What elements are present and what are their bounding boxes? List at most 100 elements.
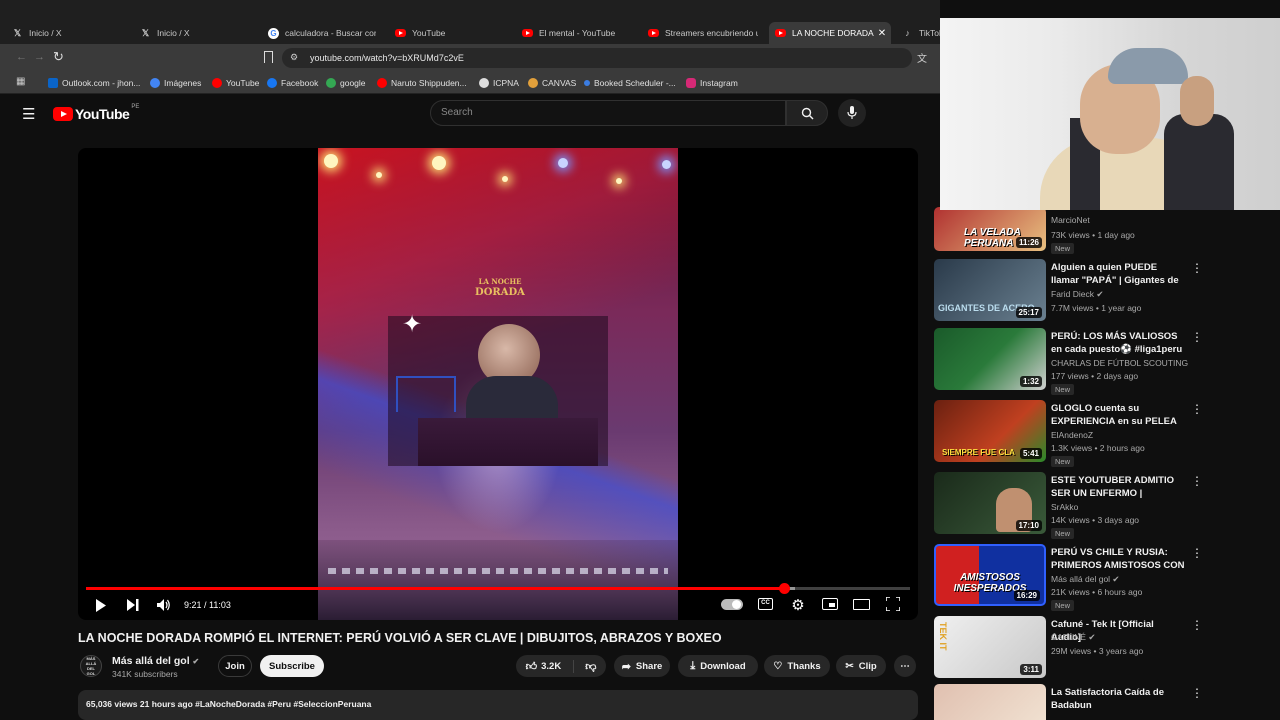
channel-name[interactable]: Más allá del gol ✔ <box>112 655 199 667</box>
video-thumbnail[interactable]: 17:10 <box>934 472 1046 534</box>
list-item[interactable]: TEK IT 3:11 Cafuné - Tek It [Official Au… <box>934 616 1274 680</box>
autoplay-toggle[interactable] <box>721 599 743 610</box>
kebab-menu-icon[interactable]: ⋮ <box>1191 402 1203 416</box>
miniplayer-icon[interactable] <box>822 598 838 610</box>
video-player[interactable]: LA NOCHE DORADA ✦ <box>78 148 918 620</box>
list-item[interactable]: SIEMPRE FUE CLA 5:41 GLOGLO cuenta su EX… <box>934 400 1274 467</box>
voice-search-button[interactable] <box>838 99 866 127</box>
list-item[interactable]: AMISTOSOS INESPERADOS 16:29 PERÚ VS CHIL… <box>934 544 1274 611</box>
list-item[interactable]: La Satisfactoria Caída de Badabun ⋮ <box>934 684 1274 720</box>
channel-name[interactable]: SrAkko <box>1051 502 1078 512</box>
video-thumbnail[interactable]: TEK IT 3:11 <box>934 616 1046 678</box>
video-title[interactable]: PERÚ: LOS MÁS VALIOSOS en cada puesto⚽ #… <box>1051 330 1186 356</box>
tab-el-mental[interactable]: El mental - YouTube <box>522 22 632 44</box>
like-button[interactable]: 👍︎ 3.2K <box>526 659 575 673</box>
channel-name[interactable]: CHARLAS DE FÚTBOL SCOUTING <box>1051 358 1188 368</box>
bookmark-youtube[interactable]: YouTube <box>212 76 259 90</box>
sparkle-icon: ✦ <box>402 311 423 338</box>
channel-name[interactable]: Más allá del gol ✔ <box>1051 574 1120 585</box>
bookmark-booked-scheduler[interactable]: Booked Scheduler -... <box>584 76 676 90</box>
video-thumbnail[interactable]: LA VELADA PERUANA 11:26 <box>934 207 1046 251</box>
channel-name[interactable]: MarcioNet <box>1051 215 1090 225</box>
search-input[interactable]: Search <box>430 100 786 126</box>
progress-bar[interactable] <box>86 583 910 594</box>
video-title[interactable]: Alguien a quien PUEDE llamar "PAPÁ" | Gi… <box>1051 261 1186 287</box>
tab-label: TikTok <box>919 28 940 38</box>
crowd-area <box>318 540 678 620</box>
channel-name[interactable]: ElAndenoZ <box>1051 430 1093 440</box>
dislike-button[interactable]: 👎︎ <box>579 660 596 673</box>
clip-button[interactable]: ✂ Clip <box>836 655 886 677</box>
tab-la-noche-dorada[interactable]: LA NOCHE DORADA ✕ <box>769 22 891 44</box>
channel-avatar[interactable]: MÁS ALLÁ DEL GOL <box>80 655 102 677</box>
description-box[interactable]: 65,036 views 21 hours ago #LaNocheDorada… <box>78 690 918 720</box>
scrubber-handle[interactable] <box>778 583 790 594</box>
bookmark-imagenes[interactable]: Imágenes <box>150 76 201 90</box>
subscribe-button[interactable]: Subscribe <box>260 655 324 677</box>
tab-tiktok[interactable]: ♪ TikTok <box>902 22 940 44</box>
video-thumbnail[interactable]: SIEMPRE FUE CLA 5:41 <box>934 400 1046 462</box>
search-button[interactable] <box>786 100 828 126</box>
bookmark-google[interactable]: google <box>326 76 366 90</box>
join-button[interactable]: Join <box>218 655 252 677</box>
kebab-menu-icon[interactable]: ⋮ <box>1191 618 1203 632</box>
video-title[interactable]: PERÚ VS CHILE Y RUSIA: PRIMEROS AMISTOSO… <box>1051 546 1186 572</box>
channel-name-text[interactable]: Más allá del gol <box>112 655 190 667</box>
kebab-menu-icon[interactable]: ⋮ <box>1191 546 1203 560</box>
settings-gear-icon[interactable]: ⚙ <box>790 597 806 614</box>
video-thumbnail[interactable] <box>934 684 1046 720</box>
tab-x-2[interactable]: 𝕏 Inicio / X <box>140 22 250 44</box>
bookmark-outlook[interactable]: Outlook.com - jhon... <box>48 76 140 90</box>
reload-icon[interactable]: ↻ <box>53 49 64 65</box>
download-button[interactable]: ⤓ Download <box>678 655 758 677</box>
bookmark-icon[interactable] <box>264 51 273 63</box>
next-icon[interactable] <box>126 597 140 613</box>
volume-icon[interactable] <box>156 597 172 613</box>
close-icon[interactable]: ✕ <box>878 28 886 39</box>
list-item[interactable]: 1:32 PERÚ: LOS MÁS VALIOSOS en cada pues… <box>934 328 1274 395</box>
more-actions-button[interactable]: ⋯ <box>894 655 916 677</box>
video-thumbnail[interactable]: GIGANTES DE ACERO 25:17 <box>934 259 1046 321</box>
kebab-menu-icon[interactable]: ⋮ <box>1191 261 1203 275</box>
video-title[interactable]: La Satisfactoria Caída de Badabun <box>1051 686 1186 712</box>
menu-icon[interactable]: ☰ <box>22 105 35 123</box>
bookmark-naruto[interactable]: Naruto Shippuden... <box>377 76 467 90</box>
tab-youtube[interactable]: YouTube <box>395 22 505 44</box>
channel-name[interactable]: CAFUNÉ ✔ <box>1051 632 1095 643</box>
kebab-menu-icon[interactable]: ⋮ <box>1191 686 1203 700</box>
captions-icon[interactable]: CC <box>758 598 773 610</box>
video-thumbnail[interactable]: 1:32 <box>934 328 1046 390</box>
fullscreen-icon[interactable] <box>885 596 901 612</box>
video-title[interactable]: GLOGLO cuenta su EXPERIENCIA en su PELEA… <box>1051 402 1186 428</box>
tab-google[interactable]: Gcalculadora - Buscar con G <box>268 22 376 44</box>
bookmark-instagram[interactable]: Instagram <box>686 76 738 90</box>
play-icon[interactable] <box>94 597 108 613</box>
forward-icon[interactable]: → <box>34 51 45 63</box>
apps-grid-icon[interactable]: ▦ <box>16 76 25 87</box>
youtube-logo[interactable]: YouTube PE <box>53 104 139 122</box>
tab-streamers[interactable]: Streamers encubriendo ur <box>648 22 758 44</box>
share-button[interactable]: ➦ Share <box>614 655 670 677</box>
video-title[interactable]: ESTE YOUTUBER ADMITIO SER UN ENFERMO | T… <box>1051 474 1186 500</box>
bookmark-canvas[interactable]: CANVAS <box>528 76 576 90</box>
video-frame[interactable]: LA NOCHE DORADA ✦ <box>318 148 678 620</box>
kebab-menu-icon[interactable]: ⋮ <box>1191 330 1203 344</box>
bookmark-icpna[interactable]: ICPNA <box>479 76 519 90</box>
list-item[interactable]: GIGANTES DE ACERO 25:17 Alguien a quien … <box>934 259 1274 323</box>
site-info-icon[interactable]: ⚙ <box>290 52 298 63</box>
theater-mode-icon[interactable] <box>853 599 870 610</box>
video-thumbnail[interactable]: AMISTOSOS INESPERADOS 16:29 <box>934 544 1046 606</box>
channel-name[interactable]: Farid Dieck ✔ <box>1051 289 1103 300</box>
tab-label: Inicio / X <box>29 28 62 38</box>
like-dislike-group: 👍︎ 3.2K 👎︎ <box>516 655 606 677</box>
tab-x-1[interactable]: 𝕏 Inicio / X <box>12 22 122 44</box>
kebab-menu-icon[interactable]: ⋮ <box>1191 474 1203 488</box>
address-bar[interactable]: ⚙ youtube.com/watch?v=bXRUMd7c2vE <box>282 48 912 68</box>
bookmark-facebook[interactable]: Facebook <box>267 76 318 90</box>
stage-light <box>376 172 382 178</box>
list-item[interactable]: 17:10 ESTE YOUTUBER ADMITIO SER UN ENFER… <box>934 472 1274 539</box>
translate-icon[interactable]: 文 <box>917 50 927 65</box>
back-icon[interactable]: ← <box>16 51 27 63</box>
url-text[interactable]: youtube.com/watch?v=bXRUMd7c2vE <box>310 53 464 63</box>
thanks-button[interactable]: ♡ Thanks <box>764 655 830 677</box>
